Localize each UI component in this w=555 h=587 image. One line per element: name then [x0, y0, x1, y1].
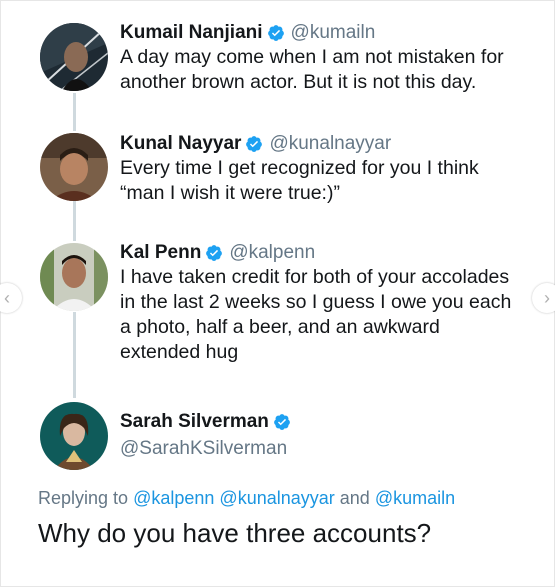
author-handle[interactable]: @kumailn [291, 21, 376, 45]
tweet-kunal[interactable]: Kunal Nayyar @kunalnayyar Every time I g… [120, 132, 479, 206]
tweet-kal[interactable]: Kal Penn @kalpenn I have taken credit fo… [120, 241, 511, 365]
tweet-text: I have taken credit for both of your acc… [120, 265, 511, 365]
tweet-line: extended hug [120, 341, 239, 363]
tweet-kumail[interactable]: Kumail Nanjiani @kumailn A day may come … [120, 21, 504, 95]
reply-tweet[interactable]: Sarah Silverman @SarahKSilverman [120, 410, 297, 462]
tweet-line: I have taken credit for both of your acc… [120, 266, 510, 288]
thread-line [73, 201, 76, 241]
reply-text: Why do you have three accounts? [38, 518, 432, 548]
tweet-line: a photo, half a beer, and an awkward [120, 316, 440, 338]
tweet-line: A day may come when I am not mistaken fo… [120, 46, 504, 68]
carousel-next-button[interactable]: › [532, 283, 555, 313]
tweet-text: A day may come when I am not mistaken fo… [120, 45, 504, 95]
mention-link[interactable]: @kumailn [375, 488, 455, 508]
tweet-header: Sarah Silverman [120, 410, 297, 434]
chevron-right-icon: › [544, 287, 550, 308]
tweet-header: Kunal Nayyar @kunalnayyar [120, 132, 479, 156]
verified-badge-icon [246, 136, 263, 152]
author-name[interactable]: Sarah Silverman [120, 410, 269, 434]
author-name[interactable]: Kunal Nayyar [120, 132, 241, 156]
verified-badge-icon [267, 25, 284, 41]
tweet-line: in the last 2 weeks so I guess I owe you… [120, 291, 512, 313]
chevron-left-icon: ‹ [4, 287, 10, 308]
thread-line [73, 312, 76, 398]
author-handle[interactable]: @kalpenn [229, 241, 315, 265]
tweet-text: Every time I get recognized for you I th… [120, 156, 479, 206]
thread-line [73, 93, 76, 131]
tweet-line: another brown actor. But it is not this … [120, 71, 477, 93]
avatar-kunal[interactable] [40, 133, 108, 201]
mention-link[interactable]: @kunalnayyar [219, 488, 334, 508]
avatar-kal[interactable] [40, 243, 108, 311]
avatar-sarah[interactable] [40, 402, 108, 470]
avatar-kumail[interactable] [40, 23, 108, 91]
verified-badge-icon [206, 245, 223, 261]
tweet-header: Kal Penn @kalpenn [120, 241, 511, 265]
author-handle[interactable]: @SarahKSilverman [120, 436, 297, 462]
tweet-line: “man I wish it were true:)” [120, 182, 340, 204]
mention-link[interactable]: @kalpenn [133, 488, 214, 508]
tweet-header: Kumail Nanjiani @kumailn [120, 21, 504, 45]
verified-badge-icon [274, 414, 290, 430]
tweet-line: Every time I get recognized for you I th… [120, 157, 479, 179]
author-name[interactable]: Kumail Nanjiani [120, 21, 263, 45]
conjunction-text: and [339, 488, 370, 508]
replying-to-label: Replying to [38, 488, 129, 508]
author-name[interactable]: Kal Penn [120, 241, 201, 265]
replying-to: Replying to @kalpenn @kunalnayyar and @k… [38, 488, 455, 509]
author-handle[interactable]: @kunalnayyar [269, 132, 391, 156]
